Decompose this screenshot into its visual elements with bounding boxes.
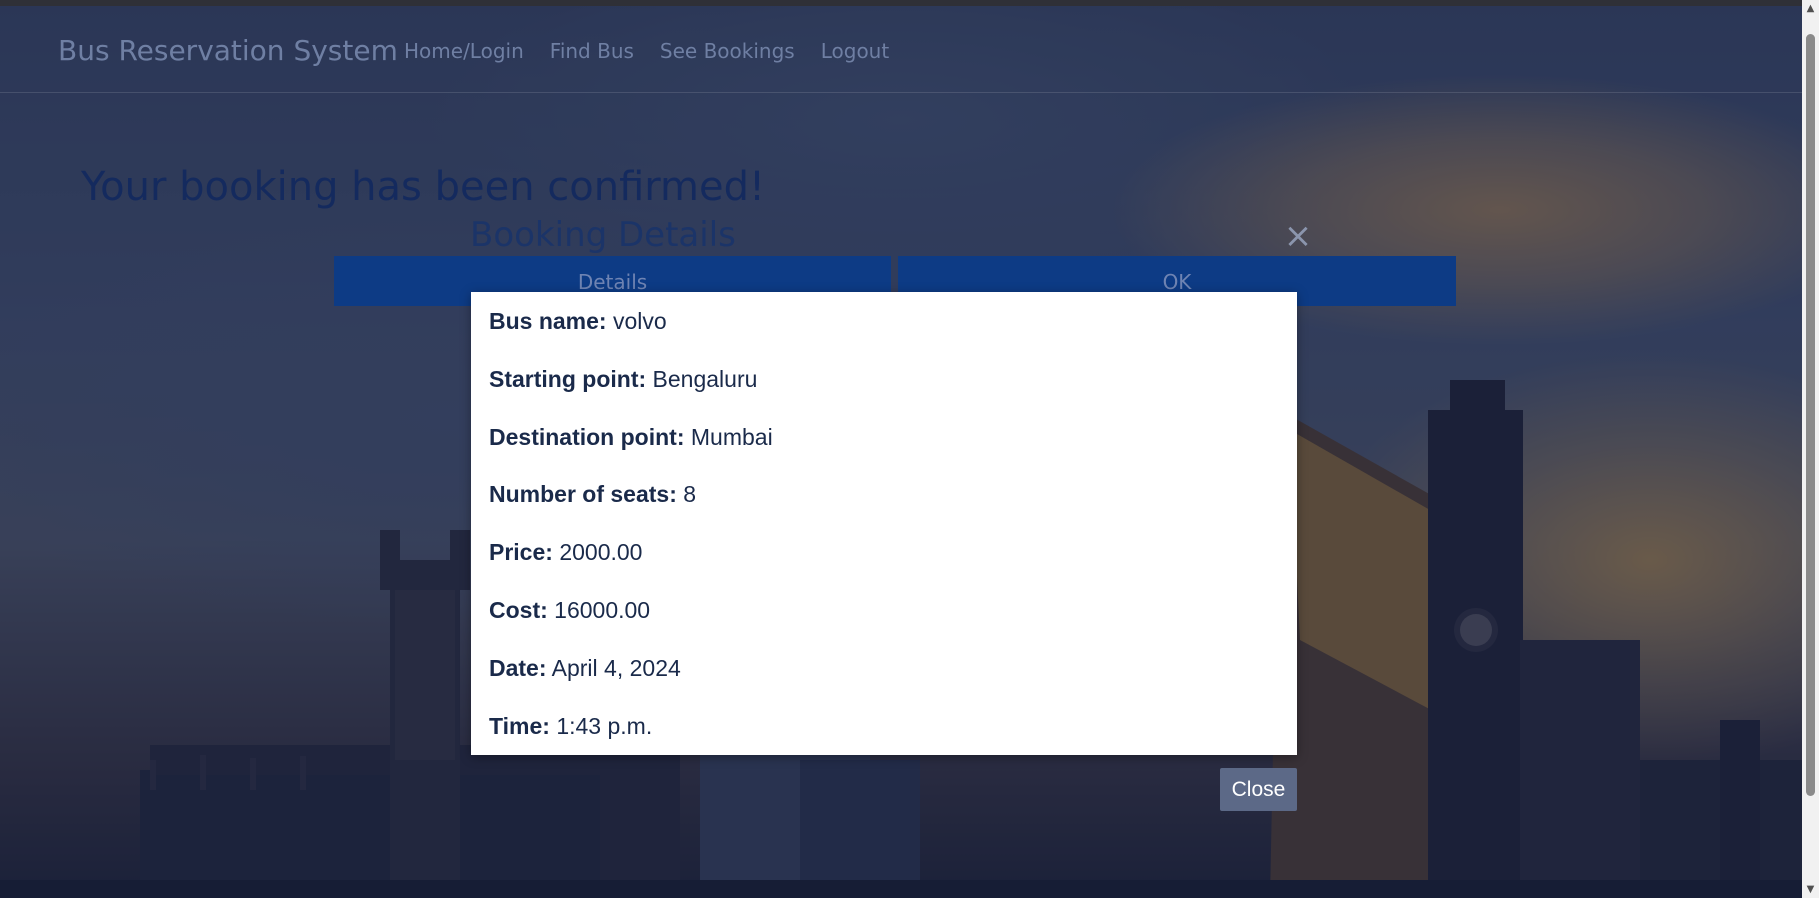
close-button[interactable]: Close <box>1220 768 1297 811</box>
detail-time: Time: 1:43 p.m. <box>489 713 652 740</box>
detail-cost: Cost: 16000.00 <box>489 597 650 624</box>
detail-label: Price: <box>489 539 553 565</box>
nav-see-bookings[interactable]: See Bookings <box>660 39 795 63</box>
nav-links: Home/Login Find Bus See Bookings Logout <box>404 39 889 63</box>
browser-viewport: Bus Reservation System Home/Login Find B… <box>0 0 1819 898</box>
detail-label: Destination point: <box>489 424 685 450</box>
detail-label: Number of seats: <box>489 481 677 507</box>
detail-date: Date: April 4, 2024 <box>489 655 681 682</box>
detail-label: Date: <box>489 655 547 681</box>
brand-title[interactable]: Bus Reservation System <box>58 34 398 67</box>
scroll-up-arrow-icon[interactable]: ▲ <box>1802 0 1819 17</box>
vertical-scrollbar[interactable]: ▲ ▼ <box>1802 0 1819 898</box>
scrollbar-thumb[interactable] <box>1806 34 1815 796</box>
detail-price: Price: 2000.00 <box>489 539 642 566</box>
navbar: Bus Reservation System Home/Login Find B… <box>0 6 1802 93</box>
detail-value: Bengaluru <box>652 366 758 392</box>
detail-label: Starting point: <box>489 366 647 392</box>
detail-label: Time: <box>489 713 550 739</box>
detail-value: 2000.00 <box>559 539 643 565</box>
detail-value: 1:43 p.m. <box>556 713 653 739</box>
detail-number-of-seats: Number of seats: 8 <box>489 481 696 508</box>
detail-value: April 4, 2024 <box>551 655 681 681</box>
detail-starting-point: Starting point: Bengaluru <box>489 366 757 393</box>
detail-value: 16000.00 <box>554 597 651 623</box>
detail-destination-point: Destination point: Mumbai <box>489 424 773 451</box>
nav-logout[interactable]: Logout <box>821 39 889 63</box>
detail-bus-name: Bus name: volvo <box>489 308 667 335</box>
detail-value: volvo <box>612 308 667 334</box>
booking-details-card: Bus name: volvo Starting point: Bengalur… <box>471 292 1297 755</box>
close-icon[interactable]: × <box>1282 218 1314 254</box>
nav-find-bus[interactable]: Find Bus <box>550 39 634 63</box>
nav-home-login[interactable]: Home/Login <box>404 39 524 63</box>
detail-label: Cost: <box>489 597 548 623</box>
detail-value: 8 <box>683 481 697 507</box>
detail-value: Mumbai <box>690 424 773 450</box>
modal-title: Booking Details <box>470 215 736 255</box>
scroll-down-arrow-icon[interactable]: ▼ <box>1802 881 1819 898</box>
detail-label: Bus name: <box>489 308 607 334</box>
page-heading: Your booking has been confirmed! <box>81 164 766 210</box>
